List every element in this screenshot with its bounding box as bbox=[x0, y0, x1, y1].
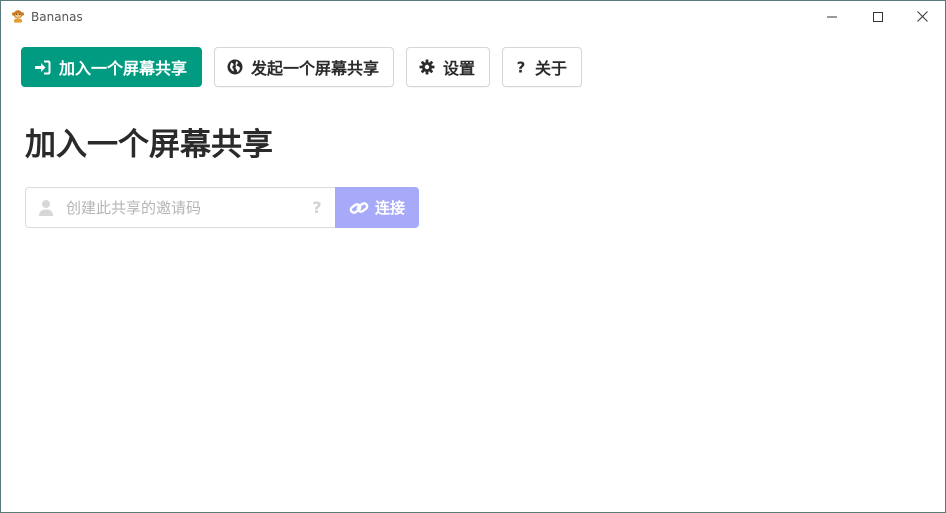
question-icon: ? bbox=[517, 59, 526, 75]
invite-code-field[interactable]: ? bbox=[25, 187, 335, 228]
user-icon bbox=[39, 200, 53, 216]
maximize-icon bbox=[873, 11, 883, 22]
close-icon bbox=[916, 11, 928, 22]
close-button[interactable] bbox=[899, 1, 945, 32]
main-toolbar: 加入一个屏幕共享 发起一个屏幕共享 设置 ? 关于 bbox=[21, 47, 583, 87]
about-tab[interactable]: ? 关于 bbox=[502, 47, 583, 87]
settings-tab[interactable]: 设置 bbox=[406, 47, 491, 87]
invite-code-input[interactable] bbox=[66, 188, 296, 227]
globe-icon bbox=[227, 59, 243, 75]
gear-icon bbox=[419, 59, 435, 75]
app-window: Bananas 加入一个屏幕共享 发起一个屏幕共享 设置 ? 关于 加入一个屏幕… bbox=[0, 0, 946, 513]
join-share-tab[interactable]: 加入一个屏幕共享 bbox=[21, 47, 203, 87]
question-circle-icon[interactable]: ? bbox=[311, 198, 323, 216]
link-icon bbox=[349, 201, 369, 214]
join-form: ? 连接 bbox=[25, 187, 419, 228]
window-title: Bananas bbox=[31, 10, 83, 24]
connect-button[interactable]: 连接 bbox=[335, 187, 419, 228]
join-share-tab-label: 加入一个屏幕共享 bbox=[59, 59, 188, 78]
settings-tab-label: 设置 bbox=[443, 59, 476, 78]
title-bar[interactable]: Bananas bbox=[1, 1, 945, 32]
minimize-button[interactable] bbox=[809, 1, 855, 32]
svg-text:?: ? bbox=[517, 59, 526, 75]
start-share-tab-label: 发起一个屏幕共享 bbox=[251, 59, 380, 78]
about-tab-label: 关于 bbox=[535, 59, 568, 78]
monkey-logo-icon bbox=[12, 10, 24, 23]
connect-button-label: 连接 bbox=[374, 199, 405, 217]
minimize-icon bbox=[827, 16, 837, 17]
start-share-tab[interactable]: 发起一个屏幕共享 bbox=[214, 47, 395, 87]
maximize-button[interactable] bbox=[855, 1, 901, 32]
svg-text:?: ? bbox=[312, 198, 321, 216]
sign-in-icon bbox=[35, 60, 51, 74]
page-title: 加入一个屏幕共享 bbox=[25, 127, 273, 163]
